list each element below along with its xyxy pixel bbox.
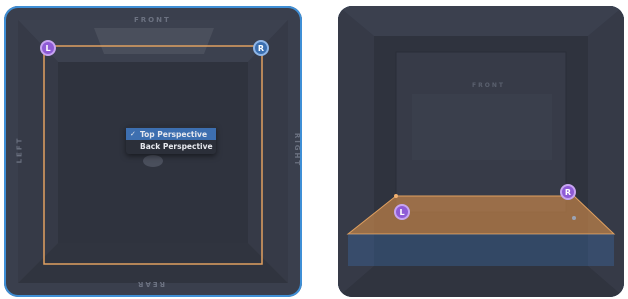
menu-item-top-perspective[interactable]: ✓ Top Perspective bbox=[126, 128, 216, 140]
checkmark-icon: ✓ bbox=[130, 130, 136, 138]
left-wall-label: LEFT bbox=[15, 136, 24, 164]
listener-marker bbox=[143, 155, 163, 167]
top-view-panel[interactable]: FRONT REAR LEFT RIGHT L R ✓ Top Perspect… bbox=[4, 6, 302, 297]
perspective-menu: ✓ Top Perspective Back Perspective bbox=[126, 126, 216, 154]
ceiling-light-shape bbox=[94, 28, 214, 54]
front-wall-label: FRONT bbox=[134, 16, 171, 24]
right-speaker-handle[interactable]: R bbox=[560, 184, 576, 200]
right-wall-label: RIGHT bbox=[293, 132, 302, 168]
menu-item-back-perspective[interactable]: Back Perspective bbox=[126, 140, 216, 152]
floor-projection bbox=[348, 234, 614, 266]
right-speaker-handle[interactable]: R bbox=[253, 40, 269, 56]
front-wall-label: FRONT bbox=[472, 82, 505, 89]
left-speaker-handle[interactable]: L bbox=[394, 204, 410, 220]
menu-item-label: Top Perspective bbox=[140, 129, 208, 139]
menu-item-label: Back Perspective bbox=[140, 141, 213, 151]
room-back-view-graphic bbox=[338, 6, 624, 297]
back-view-panel[interactable]: FRONT L R bbox=[338, 6, 624, 297]
left-speaker-handle[interactable]: L bbox=[40, 40, 56, 56]
rear-wall-label: REAR bbox=[136, 280, 165, 288]
